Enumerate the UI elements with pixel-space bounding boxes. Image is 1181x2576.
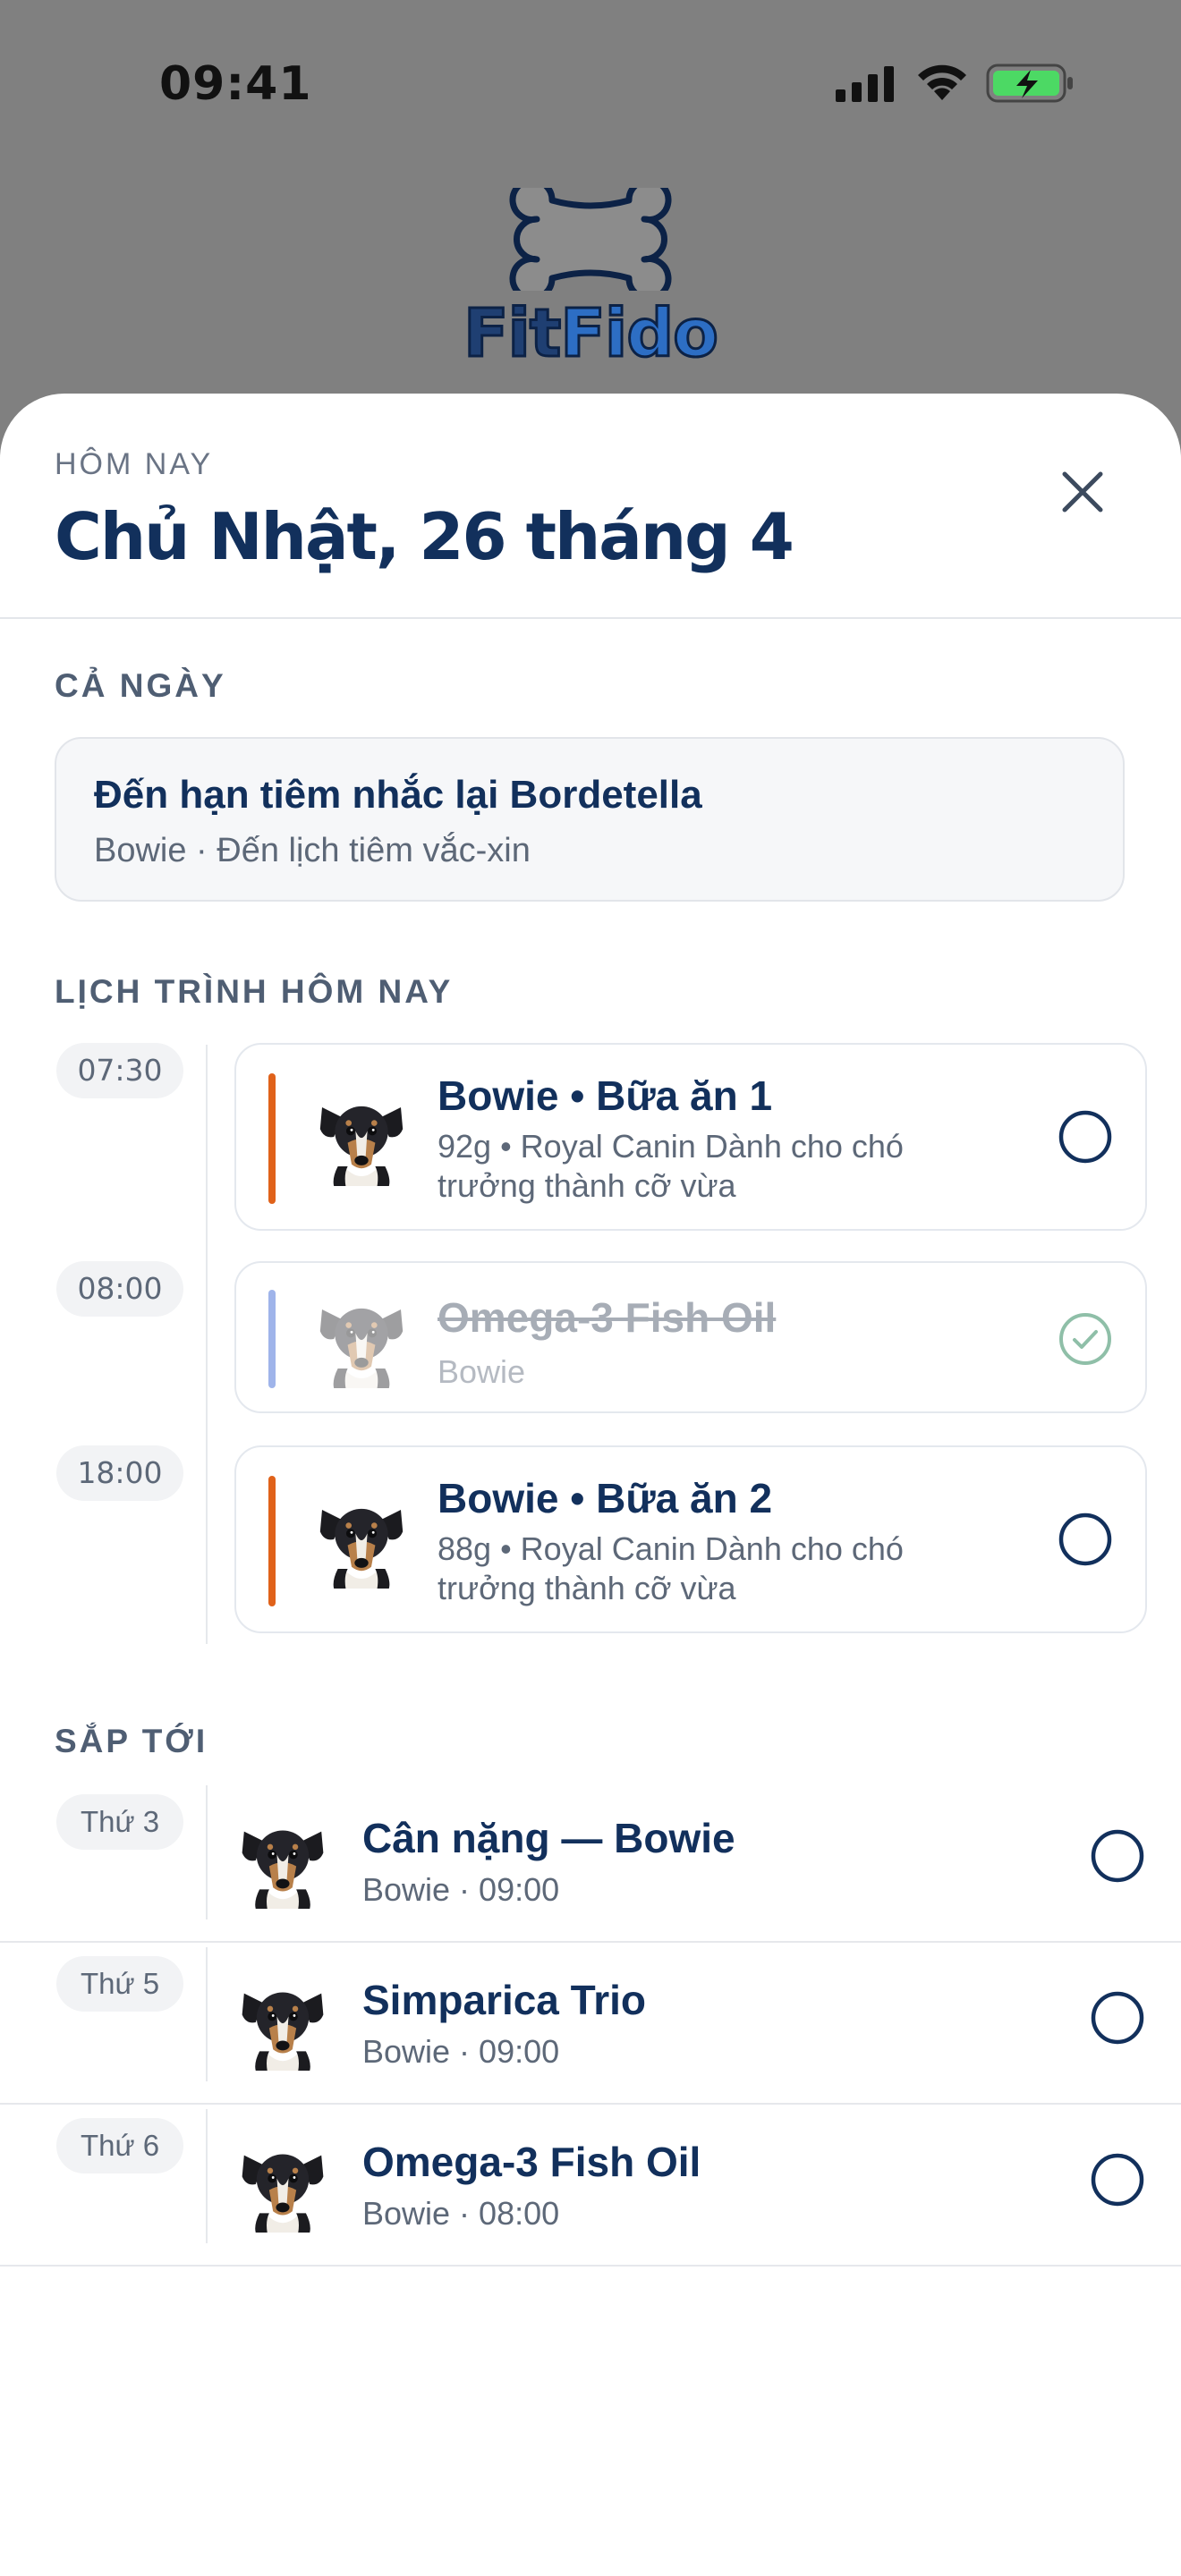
timeline-line: [206, 1947, 208, 2081]
task-title: Omega-3 Fish Oil: [438, 1294, 777, 1341]
task-card-meal-1[interactable]: Bowie • Bữa ăn 1 92g • Royal Canin Dành …: [234, 1043, 1147, 1231]
task-subtitle: Bowie: [438, 1353, 526, 1390]
day-pill: Thứ 6: [56, 2118, 183, 2174]
row-divider: [0, 1941, 1181, 1943]
status-time: 09:41: [159, 57, 312, 111]
checkbox-circle-icon[interactable]: [1090, 1828, 1145, 1884]
sheet-eyebrow: HÔM NAY: [55, 447, 214, 481]
upcoming-item[interactable]: Thứ 3 Cân nặng — Bowie Bowie · 09:00: [0, 1785, 1181, 1946]
close-button[interactable]: [1056, 465, 1109, 519]
dog-avatar: [234, 1974, 331, 2071]
dog-avatar: [312, 1490, 411, 1589]
task-subtitle-line: 88g • Royal Canin Dành cho chó: [438, 1530, 904, 1567]
task-accent-bar: [268, 1476, 276, 1606]
row-divider: [0, 2265, 1181, 2267]
check-circle-icon[interactable]: [1058, 1311, 1113, 1367]
dog-avatar: [234, 2136, 331, 2233]
status-bar: 09:41: [0, 0, 1181, 170]
task-subtitle-line: 92g • Royal Canin Dành cho chó: [438, 1128, 904, 1165]
dog-avatar: [312, 1290, 411, 1388]
checkbox-circle-icon[interactable]: [1090, 2152, 1145, 2207]
timeline-line: [206, 1785, 208, 1919]
brand-name-fido: Fido: [559, 294, 720, 374]
upcoming-section-label: SẮP TỚI: [55, 1723, 208, 1759]
day-pill: Thứ 5: [56, 1956, 183, 2012]
all-day-card[interactable]: Đến hạn tiêm nhắc lại Bordetella Bowie ·…: [55, 737, 1125, 902]
timeline-line: [206, 2109, 208, 2243]
checkbox-circle-icon[interactable]: [1090, 1990, 1145, 2046]
time-pill: 07:30: [56, 1043, 183, 1098]
upcoming-item[interactable]: Thứ 5 Simparica Trio Bowie · 09:00: [0, 1947, 1181, 2108]
close-icon: [1062, 471, 1103, 513]
task-subtitle-line: trưởng thành cỡ vừa: [438, 1167, 736, 1204]
task-title: Bowie • Bữa ăn 2: [438, 1475, 773, 1521]
time-pill: 08:00: [56, 1261, 183, 1317]
upcoming-title: Cân nặng — Bowie: [362, 1815, 735, 1861]
wifi-icon: [918, 64, 966, 100]
time-pill: 18:00: [56, 1445, 183, 1501]
task-title: Bowie • Bữa ăn 1: [438, 1072, 773, 1119]
task-accent-bar: [268, 1290, 276, 1388]
upcoming-item[interactable]: Thứ 6 Omega-3 Fish Oil Bowie · 08:00: [0, 2109, 1181, 2270]
dog-avatar: [312, 1088, 411, 1186]
timeline-line: [206, 1045, 208, 1644]
task-accent-bar: [268, 1073, 276, 1204]
task-subtitle: 88g • Royal Canin Dành cho chó trưởng th…: [438, 1530, 992, 1608]
checkbox-circle-icon[interactable]: [1058, 1512, 1113, 1567]
upcoming-title: Simparica Trio: [362, 1977, 647, 2023]
task-card-meal-2[interactable]: Bowie • Bữa ăn 2 88g • Royal Canin Dành …: [234, 1445, 1147, 1633]
brand-name: FitFido: [456, 294, 725, 374]
task-subtitle-line: trưởng thành cỡ vừa: [438, 1570, 736, 1606]
bone-icon: [509, 188, 672, 291]
dog-avatar: [234, 1812, 331, 1909]
upcoming-subtitle: Bowie · 09:00: [362, 2033, 560, 2070]
header-divider: [0, 617, 1181, 619]
task-subtitle: 92g • Royal Canin Dành cho chó trưởng th…: [438, 1127, 992, 1206]
cellular-signal-icon: [836, 66, 894, 102]
task-card-omega-3[interactable]: Omega-3 Fish Oil Bowie: [234, 1261, 1147, 1413]
upcoming-subtitle: Bowie · 09:00: [362, 1871, 560, 1908]
brand-name-fit: Fit: [462, 294, 562, 374]
all-day-subtitle: Bowie · Đến lịch tiêm vắc-xin: [94, 832, 531, 869]
checkbox-circle-icon[interactable]: [1058, 1109, 1113, 1165]
brand-logo: FitFido: [456, 188, 725, 376]
schedule-section-label: LỊCH TRÌNH HÔM NAY: [55, 973, 454, 1010]
upcoming-title: Omega-3 Fish Oil: [362, 2139, 701, 2185]
day-pill: Thứ 3: [56, 1794, 183, 1850]
upcoming-subtitle: Bowie · 08:00: [362, 2195, 560, 2232]
all-day-title: Đến hạn tiêm nhắc lại Bordetella: [94, 773, 702, 817]
row-divider: [0, 2103, 1181, 2105]
day-detail-sheet: HÔM NAY Chủ Nhật, 26 tháng 4 CẢ NGÀY Đến…: [0, 394, 1181, 2576]
battery-charging-icon: [986, 64, 1073, 103]
all-day-section-label: CẢ NGÀY: [55, 667, 226, 704]
sheet-title: Chủ Nhật, 26 tháng 4: [55, 499, 794, 574]
